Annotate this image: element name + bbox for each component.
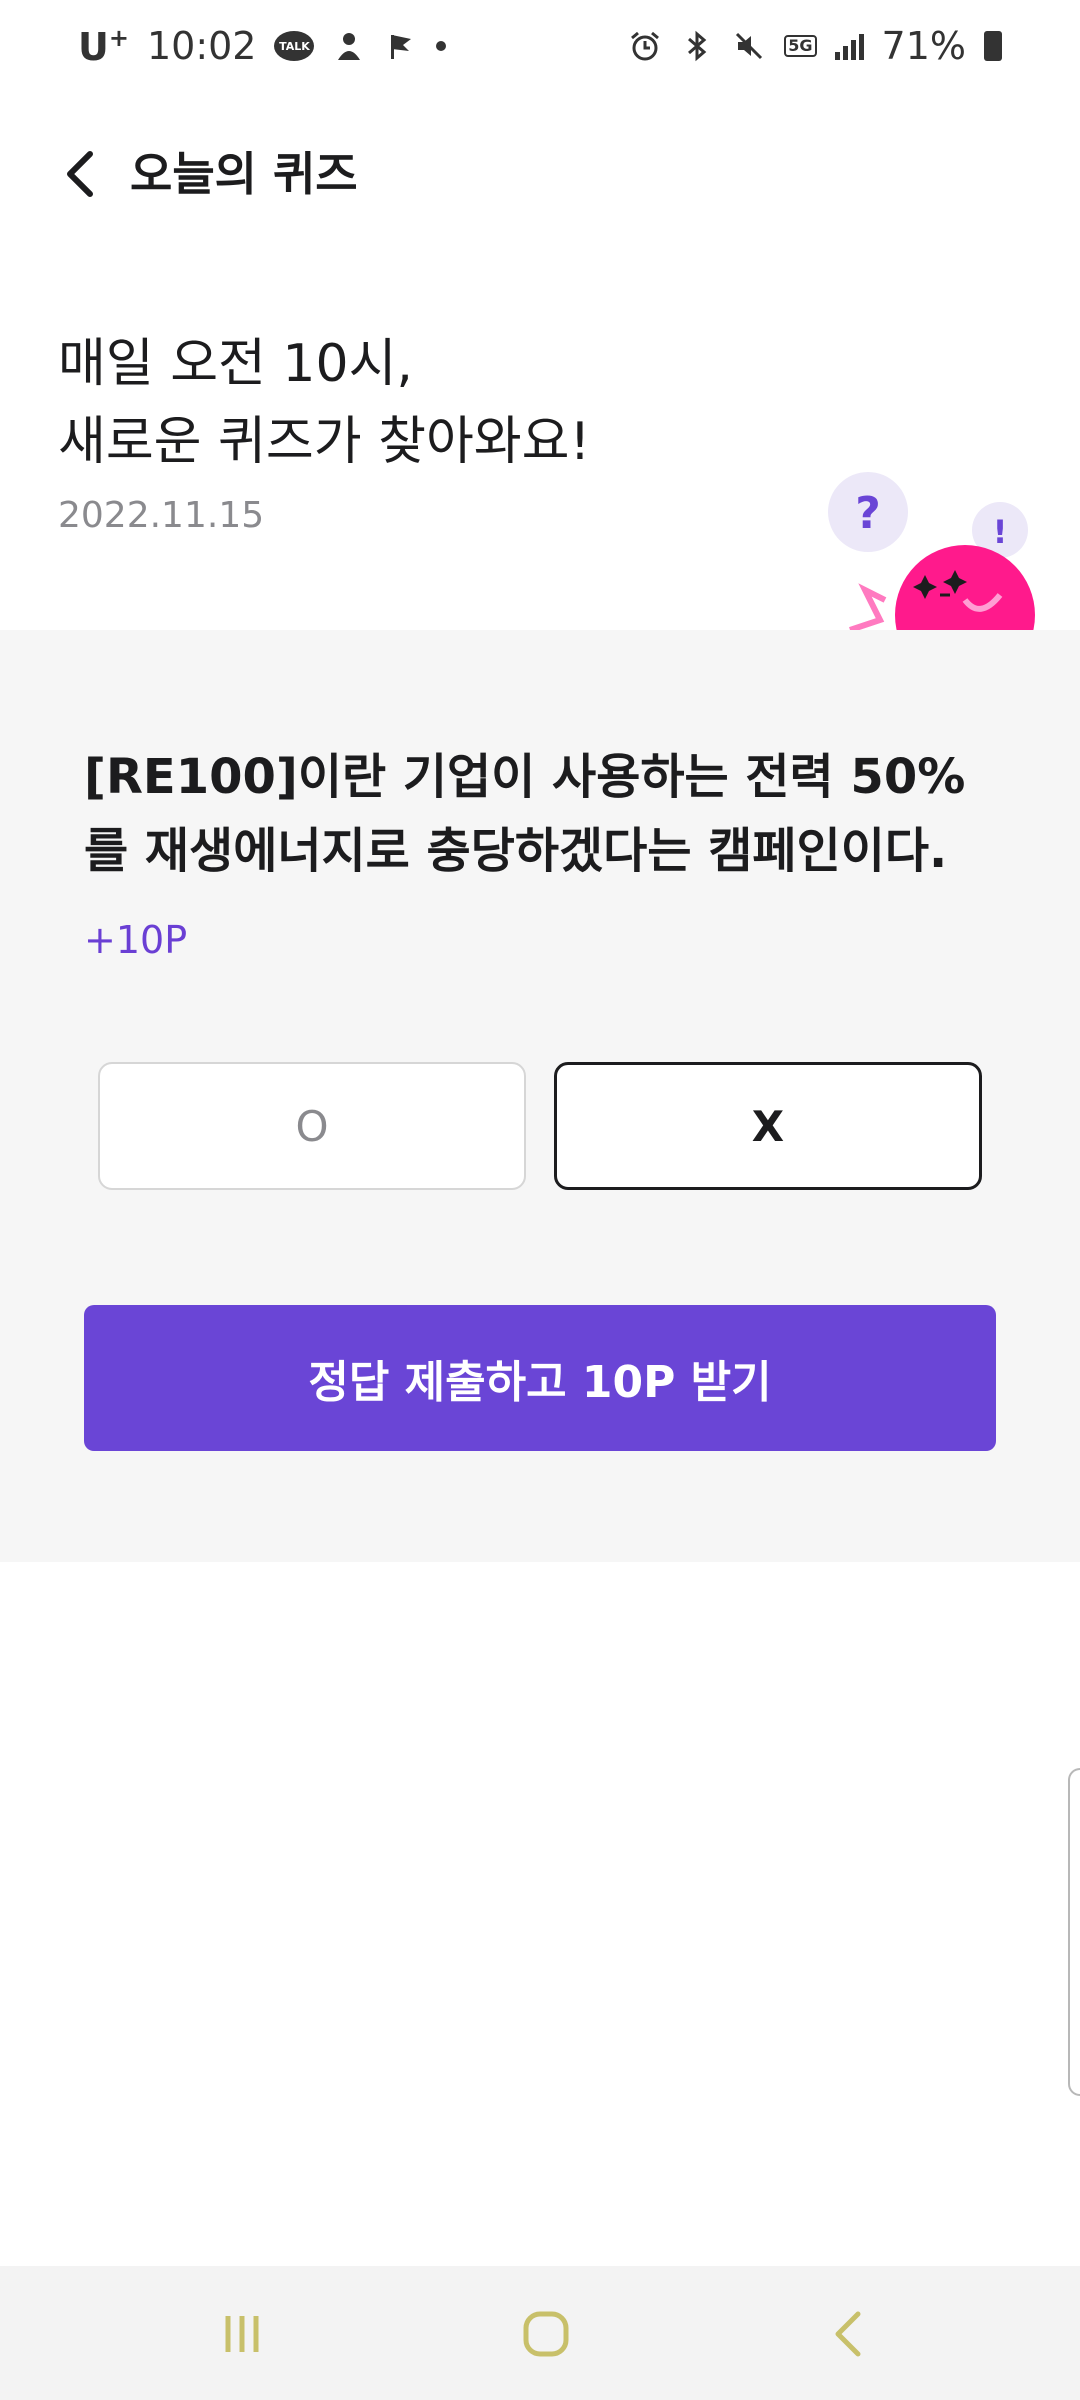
more-notifications-dot (436, 41, 447, 51)
battery-percent: 71% (881, 24, 966, 68)
back-icon (835, 2311, 861, 2357)
app-header: 오늘의 퀴즈 (0, 120, 1080, 230)
battery-icon (984, 31, 1002, 61)
status-time: 10:02 (146, 24, 257, 68)
answer-o-button[interactable]: O (98, 1062, 526, 1190)
answer-x-button[interactable]: X (554, 1062, 982, 1190)
recent-apps-button[interactable] (202, 2294, 282, 2374)
network-5g-icon: 5G (784, 35, 817, 57)
quiz-points-badge: +10P (84, 918, 188, 962)
quiz-card: [RE100]이란 기업이 사용하는 전력 50%를 재생에너지로 충당하겠다는… (0, 630, 1080, 1562)
submit-answer-button[interactable]: 정답 제출하고 10P 받기 (84, 1305, 996, 1451)
status-bar: U+ 10:02 TALK 5G 71% (0, 0, 1080, 92)
quiz-question: [RE100]이란 기업이 사용하는 전력 50%를 재생에너지로 충당하겠다는… (84, 749, 966, 879)
home-button[interactable] (506, 2294, 586, 2374)
status-bar-right: 5G 71% (628, 24, 1002, 68)
mascot-exclamation: ! (993, 513, 1008, 551)
signal-icon (834, 32, 864, 60)
home-icon (523, 2311, 569, 2357)
bluetooth-icon (680, 29, 714, 63)
carrier-label: U+ (78, 23, 129, 69)
system-nav-bar (0, 2266, 1080, 2400)
quiz-mascot-illustration: ? ! (820, 470, 1040, 630)
back-button[interactable] (48, 142, 112, 206)
chevron-left-icon (67, 151, 93, 197)
mute-icon (732, 29, 766, 63)
kakaotalk-icon: TALK (274, 31, 315, 61)
intro-line-1: 매일 오전 10시, (58, 334, 413, 394)
flag-icon (384, 29, 418, 63)
page-title: 오늘의 퀴즈 (130, 147, 358, 201)
notification-app-icon (332, 29, 366, 63)
recent-apps-icon (225, 2316, 259, 2352)
mascot-question-mark: ? (855, 488, 881, 539)
status-bar-left: U+ 10:02 TALK (78, 23, 447, 69)
alarm-icon (628, 29, 662, 63)
answer-options: O X (98, 1062, 982, 1190)
system-back-button[interactable] (808, 2294, 888, 2374)
edge-panel-handle[interactable] (1068, 1768, 1080, 2096)
